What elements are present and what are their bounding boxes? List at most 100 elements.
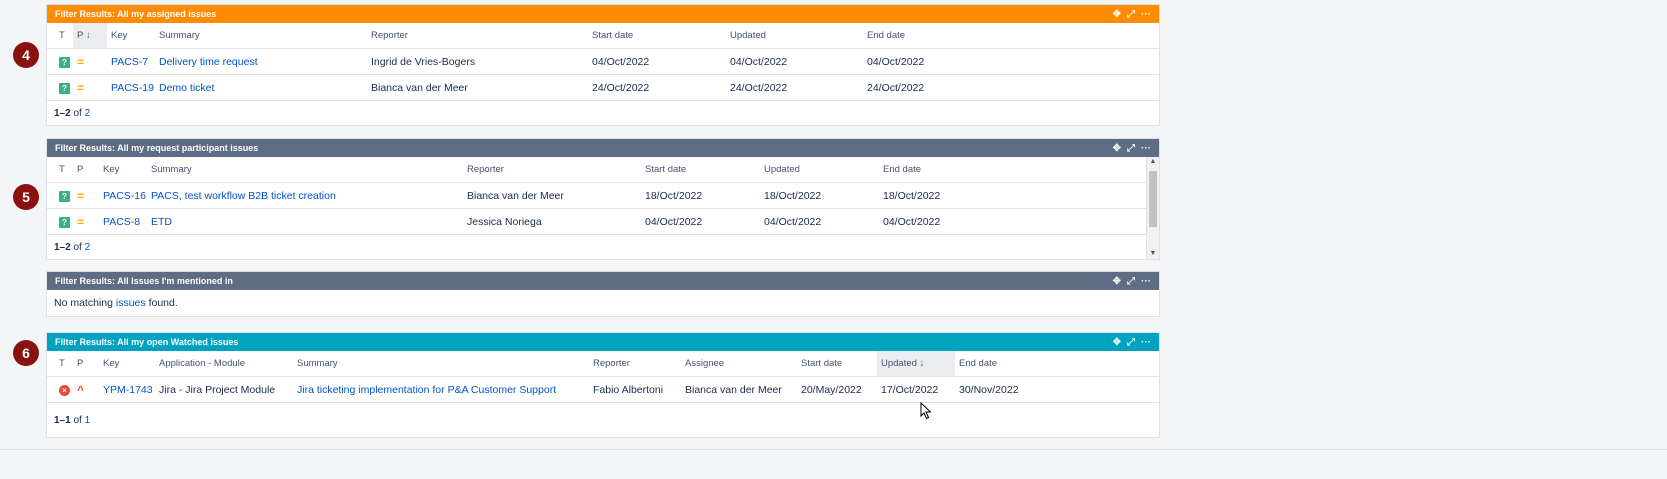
mouse-cursor-icon [920,402,932,420]
column-type[interactable]: T [47,157,73,183]
gadget-title: Filter Results: All my assigned issues [55,9,217,19]
scroll-down-icon[interactable]: ▼ [1147,249,1159,259]
move-icon[interactable]: ✥ [1113,143,1121,154]
gadget-header: Filter Results: All my assigned issues ✥… [47,5,1159,23]
issue-key-link[interactable]: PACS-8 [99,208,147,235]
reporter-cell: Bianca van der Meer [463,182,641,209]
scroll-up-icon[interactable]: ▲ [1147,157,1159,167]
column-assignee[interactable]: Assignee [681,351,797,377]
column-key[interactable]: Key [99,157,147,183]
reporter-cell: Bianca van der Meer [367,74,588,101]
column-updated[interactable]: Updated [726,23,863,49]
result-total-link[interactable]: 1 [85,415,91,426]
table-header-row: T P Key Application - Module Summary Rep… [47,351,1159,377]
column-application-module[interactable]: Application - Module [155,351,293,377]
column-key[interactable]: Key [107,23,155,49]
result-of: of [73,414,82,426]
application-module-cell: Jira - Jira Project Module [155,376,293,403]
pagination-footer: 1–2 of 2 [47,235,1146,259]
issue-summary-link[interactable]: Delivery time request [155,48,367,75]
table-row[interactable]: × ^ YPM-1743 Jira - Jira Project Module … [47,376,1159,403]
column-summary[interactable]: Summary [147,157,463,183]
move-icon[interactable]: ✥ [1113,337,1121,348]
question-type-icon: ? [59,56,70,68]
high-priority-icon: ^ [77,382,85,397]
updated-cell: 04/Oct/2022 [726,48,863,75]
column-key[interactable]: Key [99,351,155,377]
vertical-scrollbar[interactable]: ▲ ▼ [1146,157,1159,259]
issue-summary-link[interactable]: Demo ticket [155,74,367,101]
column-priority[interactable]: P [73,351,99,377]
result-total-link[interactable]: 2 [85,242,91,253]
question-type-icon: ? [59,82,70,94]
issues-link[interactable]: issues [116,297,146,309]
issue-key-link[interactable]: PACS-19 [107,74,155,101]
no-match-prefix: No matching [54,297,113,309]
table-row[interactable]: ? = PACS-16 PACS, test workflow B2B tick… [47,182,1146,209]
column-updated[interactable]: Updated ↓ [877,351,955,377]
expand-icon[interactable]: ⤢ [1127,337,1135,348]
move-icon[interactable]: ✥ [1113,9,1121,20]
gadget-title: Filter Results: All my open Watched issu… [55,337,239,347]
annotation-marker-4: 4 [13,42,39,68]
table-row[interactable]: ? = PACS-8 ETD Jessica Noriega 04/Oct/20… [47,208,1146,235]
column-start-date[interactable]: Start date [588,23,726,49]
column-type[interactable]: T [47,351,73,377]
table-row[interactable]: ? = PACS-7 Delivery time request Ingrid … [47,48,1159,75]
column-reporter[interactable]: Reporter [589,351,681,377]
no-results-message: No matching issues found. [47,290,1159,316]
column-end-date[interactable]: End date [955,351,1159,377]
end-date-cell: 30/Nov/2022 [955,376,1159,403]
column-updated[interactable]: Updated [760,157,879,183]
start-date-cell: 04/Oct/2022 [588,48,726,75]
pagination-footer: 1–1 of 1 [47,403,1159,437]
result-of: of [73,107,82,119]
column-type[interactable]: T [47,23,73,49]
expand-icon[interactable]: ⤢ [1127,276,1135,287]
gadget-assigned-issues: Filter Results: All my assigned issues ✥… [46,4,1160,126]
no-match-suffix: found. [148,297,178,309]
gadget-header: Filter Results: All my request participa… [47,139,1159,157]
table-header-row: T P ↓ Key Summary Reporter Start date Up… [47,23,1159,49]
column-summary[interactable]: Summary [293,351,589,377]
issues-table: T P ↓ Key Summary Reporter Start date Up… [47,23,1159,101]
column-start-date[interactable]: Start date [641,157,760,183]
more-icon[interactable]: ··· [1141,9,1151,20]
column-priority[interactable]: P ↓ [73,23,107,49]
column-start-date[interactable]: Start date [797,351,877,377]
result-range: 1–2 [54,241,71,253]
column-end-date[interactable]: End date [879,157,1146,183]
issue-key-link[interactable]: PACS-16 [99,182,147,209]
issues-table: T P Key Summary Reporter Start date Upda… [47,157,1146,235]
medium-priority-icon: = [77,188,85,203]
result-range: 1–1 [54,414,71,426]
column-summary[interactable]: Summary [155,23,367,49]
end-date-cell: 24/Oct/2022 [863,74,1159,101]
expand-icon[interactable]: ⤢ [1127,143,1135,154]
column-priority[interactable]: P [73,157,99,183]
column-reporter[interactable]: Reporter [463,157,641,183]
scrollbar-thumb[interactable] [1149,171,1157,227]
more-icon[interactable]: ··· [1141,143,1151,154]
gadget-title: Filter Results: All my request participa… [55,143,259,153]
issue-summary-link[interactable]: PACS, test workflow B2B ticket creation [147,182,463,209]
column-end-date[interactable]: End date [863,23,1159,49]
move-icon[interactable]: ✥ [1113,276,1121,287]
result-total-link[interactable]: 2 [85,108,91,119]
gadget-title: Filter Results: All Issues I'm mentioned… [55,276,233,286]
issue-key-link[interactable]: PACS-7 [107,48,155,75]
gadget-request-participant-issues: Filter Results: All my request participa… [46,138,1160,260]
end-date-cell: 04/Oct/2022 [863,48,1159,75]
updated-cell: 17/Oct/2022 [877,376,955,403]
issue-summary-link[interactable]: Jira ticketing implementation for P&A Cu… [293,376,589,403]
issue-key-link[interactable]: YPM-1743 [99,376,155,403]
expand-icon[interactable]: ⤢ [1127,9,1135,20]
table-row[interactable]: ? = PACS-19 Demo ticket Bianca van der M… [47,74,1159,101]
more-icon[interactable]: ··· [1141,337,1151,348]
gadget-watched-issues: Filter Results: All my open Watched issu… [46,332,1160,438]
column-reporter[interactable]: Reporter [367,23,588,49]
issue-summary-link[interactable]: ETD [147,208,463,235]
start-date-cell: 20/May/2022 [797,376,877,403]
more-icon[interactable]: ··· [1141,276,1151,287]
result-of: of [73,241,82,253]
